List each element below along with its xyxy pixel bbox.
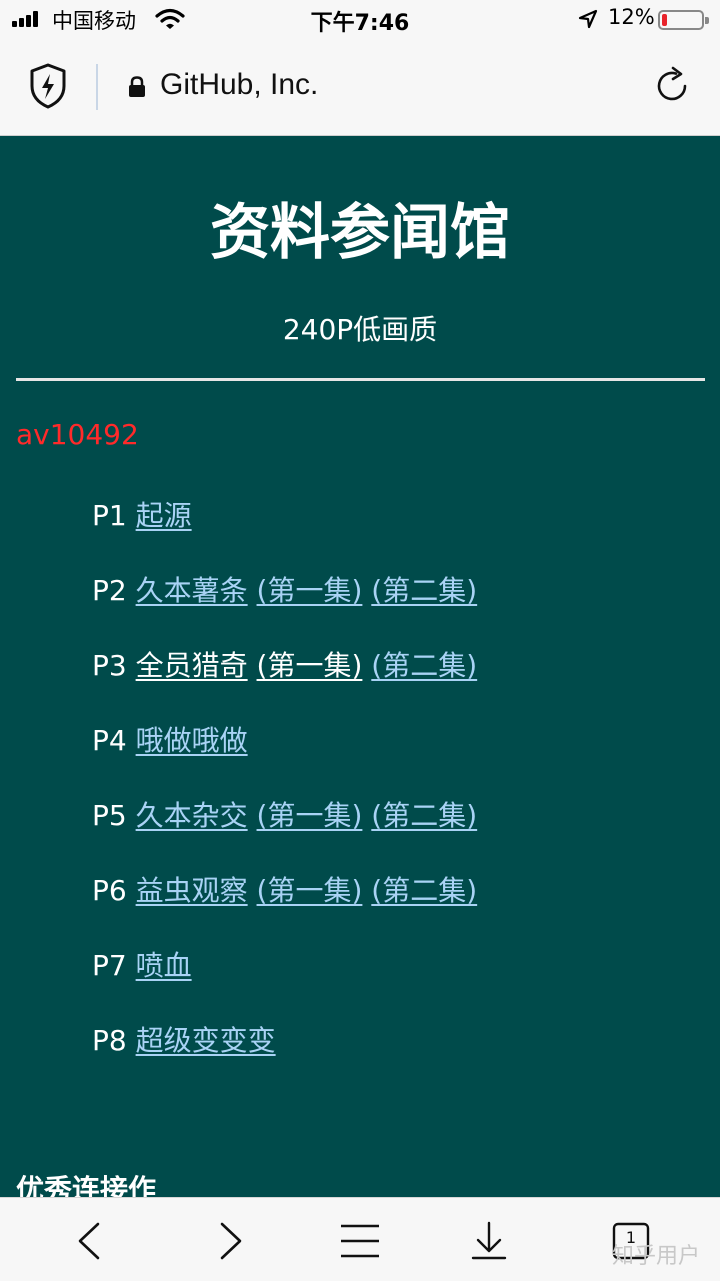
part-label: P4 (92, 724, 127, 757)
page-subtitle: 240P低画质 (282, 313, 438, 346)
part-row: P1 起源 (92, 494, 192, 534)
location-arrow-icon (578, 9, 598, 29)
part-row: P5 久本杂交 (第一集) (第二集) (92, 794, 477, 834)
shield-bolt-icon[interactable] (28, 62, 68, 110)
part-row: P8 超级变变变 (92, 1019, 276, 1059)
part-row: P2 久本薯条 (第一集) (第二集) (92, 569, 477, 609)
watermark: 知乎用户 (612, 1244, 701, 1269)
battery-icon (658, 10, 709, 30)
forward-arrow-icon[interactable] (210, 1220, 252, 1262)
part-link[interactable]: 久本薯条 (136, 574, 248, 607)
part-label: P7 (92, 949, 127, 982)
site-name[interactable]: GitHub, Inc. (160, 68, 318, 102)
part-link[interactable]: 全员猎奇 (136, 649, 248, 682)
part-row: P6 益虫观察 (第一集) (第二集) (92, 869, 477, 909)
reload-icon[interactable] (652, 66, 692, 106)
part-link[interactable]: 久本杂交 (136, 799, 248, 832)
part-label: P6 (92, 874, 127, 907)
status-bar: 中国移动 下午7:46 12% (0, 0, 720, 38)
av-id: av10492 (16, 418, 139, 451)
part-link[interactable]: 益虫观察 (136, 874, 248, 907)
back-arrow-icon[interactable] (68, 1220, 110, 1262)
part-label: P2 (92, 574, 127, 607)
part-label: P3 (92, 649, 127, 682)
lock-icon (129, 76, 145, 97)
part-row: P7 喷血 (92, 944, 192, 984)
battery-level-fill (662, 14, 667, 26)
part-link[interactable]: (第二集) (371, 874, 477, 907)
part-link[interactable]: (第二集) (371, 799, 477, 832)
address-bar[interactable]: GitHub, Inc. (0, 38, 720, 136)
part-link[interactable]: (第二集) (371, 574, 477, 607)
bottom-toolbar: 1 知乎用户 (0, 1197, 720, 1281)
part-link[interactable]: (第一集) (257, 574, 363, 607)
part-link[interactable]: (第一集) (257, 649, 363, 682)
part-label: P5 (92, 799, 127, 832)
battery-percent: 12% (608, 5, 655, 29)
part-link[interactable]: 超级变变变 (136, 1024, 276, 1057)
part-row: P4 哦做哦做 (92, 719, 248, 759)
part-label: P1 (92, 499, 127, 532)
menu-icon[interactable] (339, 1220, 381, 1262)
part-link[interactable]: (第一集) (257, 799, 363, 832)
download-icon[interactable] (468, 1220, 510, 1262)
part-link[interactable]: (第一集) (257, 874, 363, 907)
page-title: 资料参闻馆 (210, 198, 510, 268)
horizontal-rule (16, 378, 705, 381)
part-link[interactable]: 喷血 (136, 949, 192, 982)
part-row: P3 全员猎奇 (第一集) (第二集) (92, 644, 477, 684)
part-link[interactable]: 起源 (136, 499, 192, 532)
part-label: P8 (92, 1024, 127, 1057)
part-link[interactable]: (第二集) (371, 649, 477, 682)
page-content: 资料参闻馆 240P低画质 av10492 P1 起源 P2 久本薯条 (第一集)… (0, 136, 720, 1206)
part-link[interactable]: 哦做哦做 (136, 724, 248, 757)
address-divider (96, 64, 98, 110)
